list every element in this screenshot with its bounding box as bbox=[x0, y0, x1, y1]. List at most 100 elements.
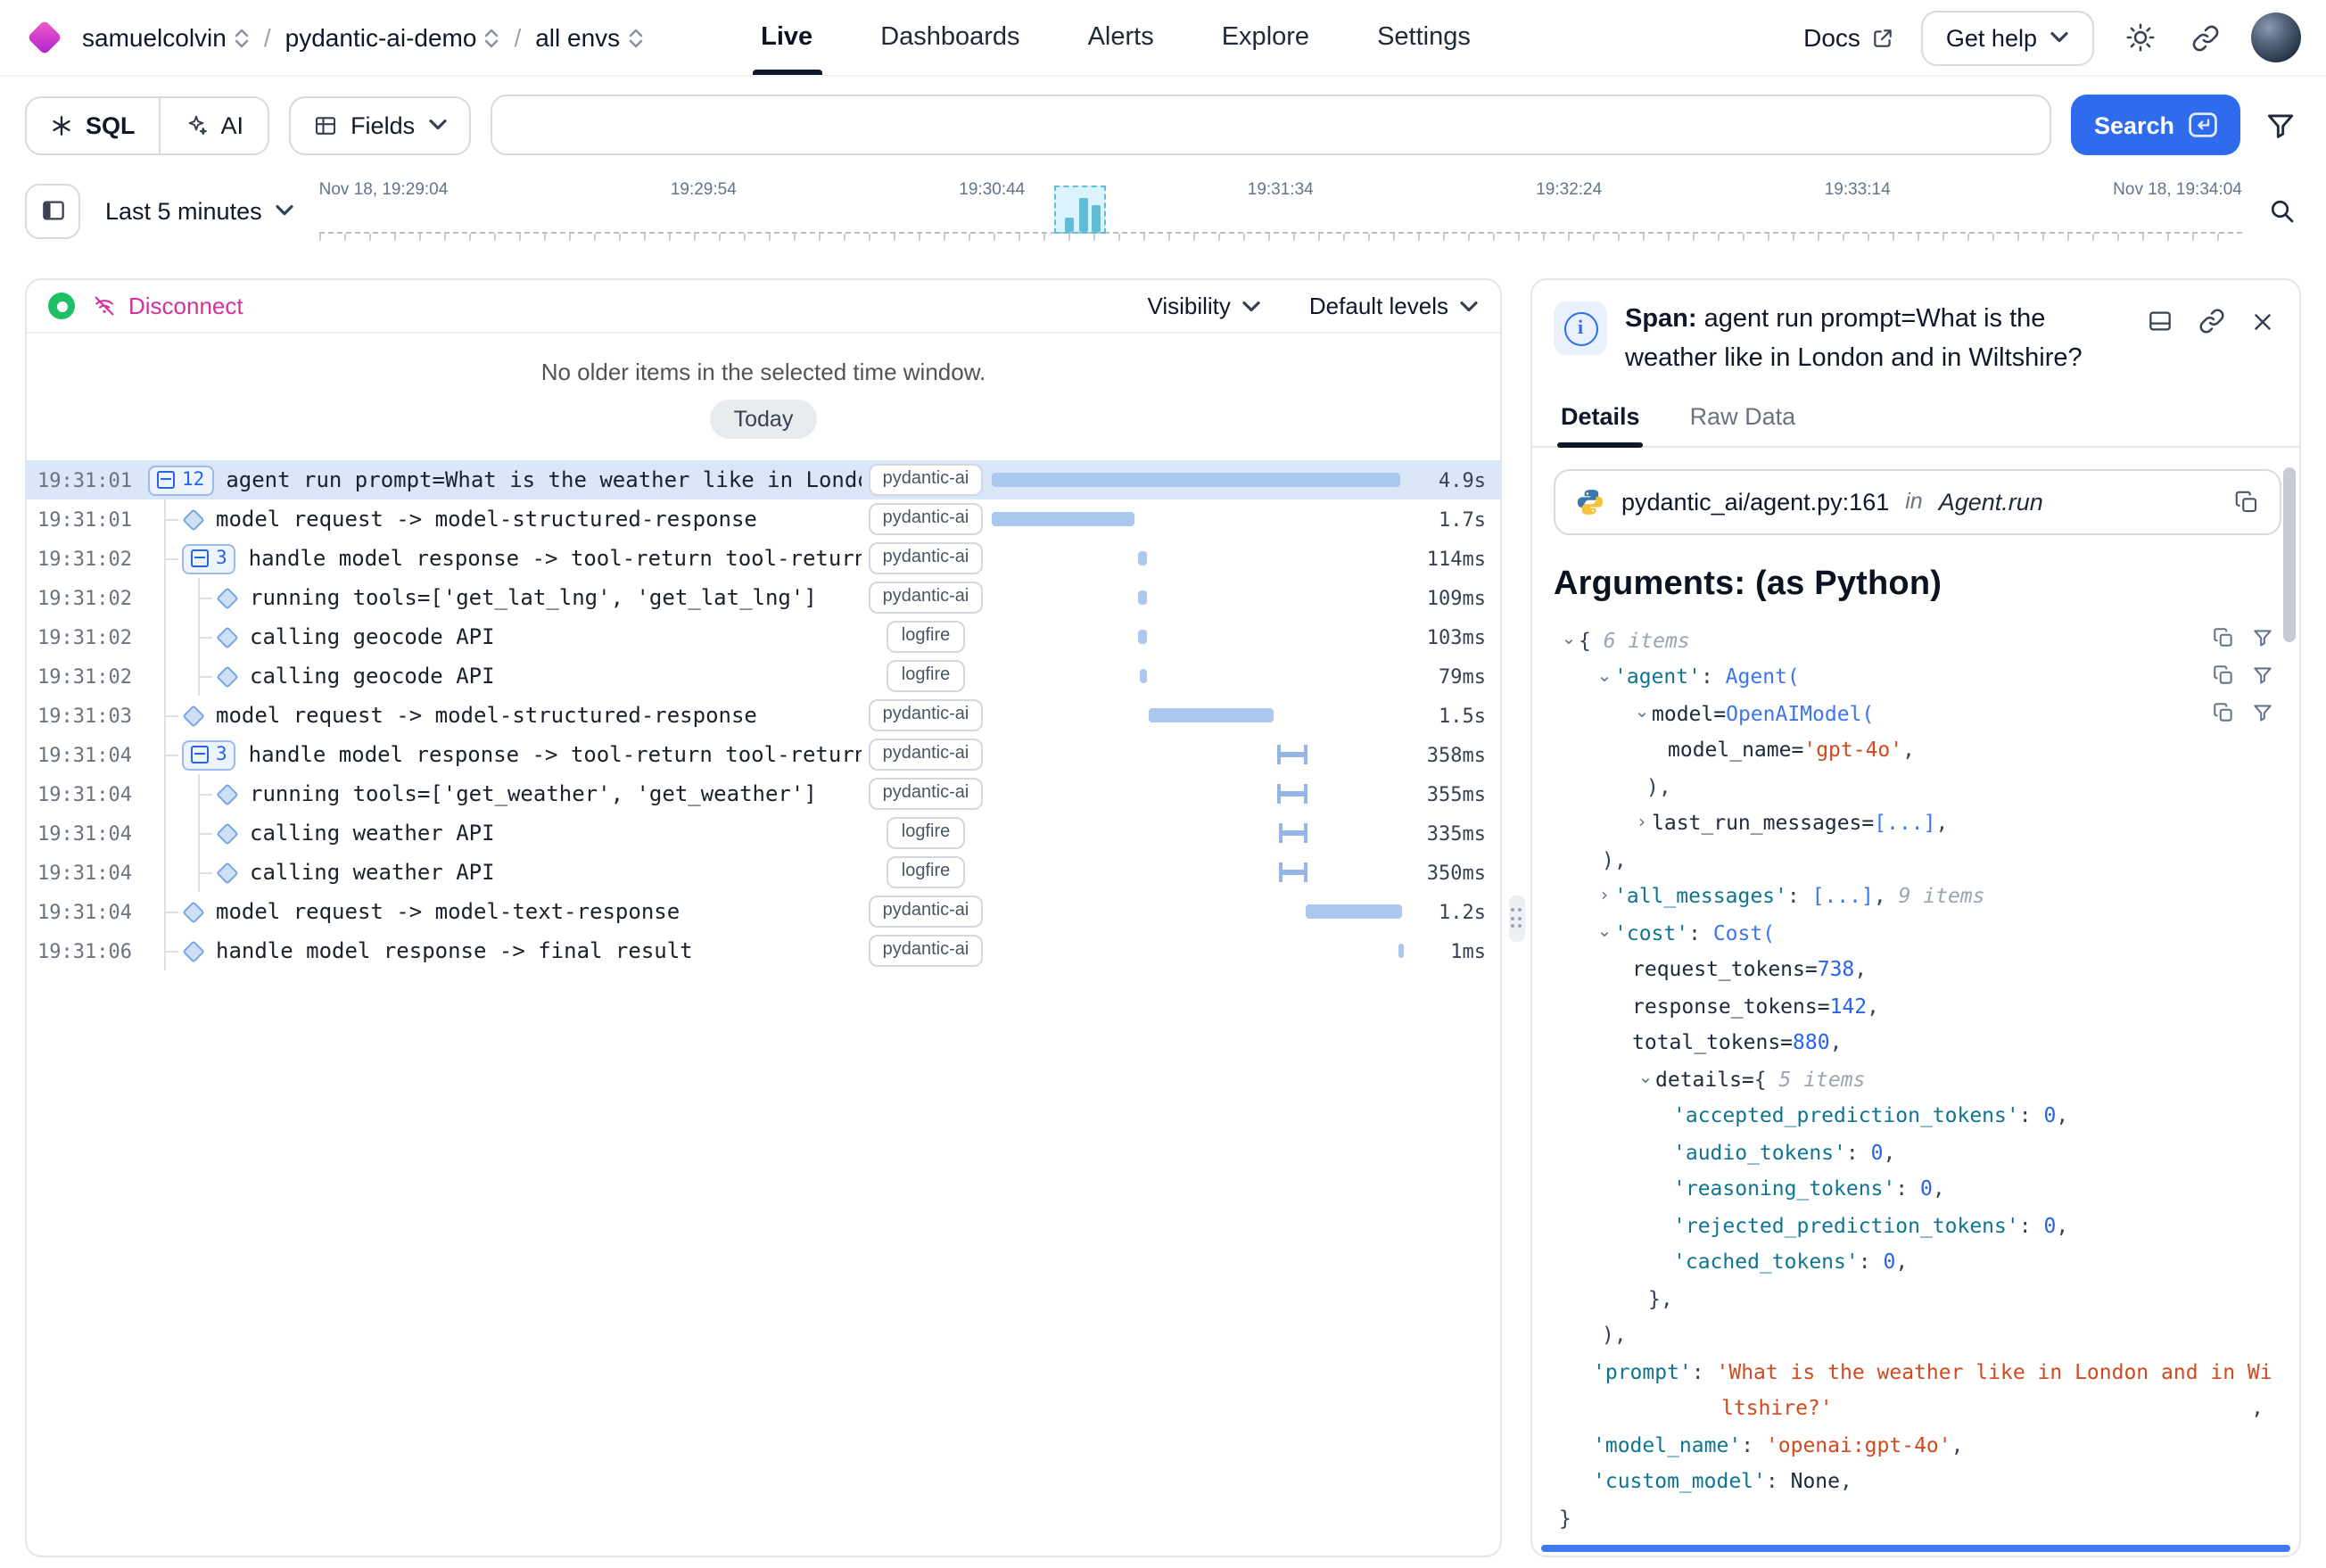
query-input[interactable] bbox=[490, 95, 2051, 155]
code-token: Cost( bbox=[1713, 914, 1775, 951]
code-line: ), bbox=[1554, 768, 2281, 805]
expand-toggle-icon[interactable]: ⌄ bbox=[1632, 704, 1652, 723]
breadcrumb-org[interactable]: samuelcolvin bbox=[82, 23, 250, 52]
trace-row[interactable]: 19:31:03model request -> model-structure… bbox=[27, 696, 1500, 735]
code-token: 'all_messages' bbox=[1614, 878, 1787, 914]
expand-toggle-icon[interactable]: ⌄ bbox=[1636, 1069, 1655, 1089]
detail-horizontal-scrollbar[interactable] bbox=[1541, 1545, 2290, 1552]
duration-bar-cell bbox=[990, 460, 1404, 499]
share-link-button[interactable] bbox=[2187, 19, 2224, 56]
docs-link[interactable]: Docs bbox=[1803, 23, 1894, 52]
code-line: 'cached_tokens': 0, bbox=[1554, 1243, 2281, 1280]
time-range-select[interactable]: Last 5 minutes bbox=[100, 197, 300, 224]
trace-row[interactable]: 19:31:06handle model response -> final r… bbox=[27, 931, 1500, 970]
trace-row-message: calling geocode API bbox=[148, 617, 862, 656]
code-line: ⌄details={ 5 items bbox=[1554, 1060, 2281, 1097]
expand-toggle-icon[interactable]: › bbox=[1632, 813, 1652, 833]
trace-row-timestamp: 19:31:04 bbox=[37, 861, 148, 884]
tab-settings[interactable]: Settings bbox=[1377, 0, 1471, 75]
duration-label: 355ms bbox=[1404, 782, 1486, 805]
code-line: }, bbox=[1554, 1280, 2281, 1316]
source-location-chip[interactable]: pydantic_ai/agent.py:161 in Agent.run bbox=[1554, 468, 2281, 534]
trace-row-timestamp: 19:31:04 bbox=[37, 821, 148, 845]
duration-bar bbox=[1148, 708, 1274, 722]
collapse-children-badge[interactable]: 3 bbox=[182, 543, 236, 574]
timeline-axis[interactable]: Nov 18, 19:29:0419:29:5419:30:4419:31:34… bbox=[319, 178, 2242, 243]
duration-bar bbox=[1277, 745, 1307, 764]
duration-bar-cell bbox=[990, 539, 1404, 578]
code-token: : bbox=[1692, 1353, 1717, 1390]
filter-by-value-button[interactable] bbox=[2251, 663, 2274, 686]
search-button[interactable]: Search bbox=[2071, 95, 2240, 155]
zoom-button[interactable] bbox=[2262, 191, 2301, 230]
tab-raw-data[interactable]: Raw Data bbox=[1687, 390, 1800, 445]
today-button[interactable]: Today bbox=[711, 400, 817, 439]
trace-row-message: 3handle model response -> tool-return to… bbox=[148, 735, 862, 774]
nav-left: samuelcolvin / pydantic-ai-demo / all en… bbox=[25, 0, 643, 75]
sidebar-toggle-button[interactable] bbox=[25, 183, 80, 238]
trace-row[interactable]: 19:31:02calling geocode APIlogfire79ms bbox=[27, 656, 1500, 696]
expand-toggle-icon[interactable]: › bbox=[1595, 887, 1614, 906]
trace-row[interactable]: 19:31:04calling weather APIlogfire350ms bbox=[27, 853, 1500, 892]
visibility-dropdown[interactable]: Visibility bbox=[1147, 293, 1260, 319]
copy-icon[interactable] bbox=[2233, 488, 2260, 515]
disconnect-button[interactable]: Disconnect bbox=[91, 293, 243, 319]
get-help-button[interactable]: Get help bbox=[1921, 10, 2094, 65]
tab-live[interactable]: Live bbox=[761, 0, 812, 75]
panel-resize-handle[interactable] bbox=[1508, 895, 1524, 941]
tab-dashboards[interactable]: Dashboards bbox=[880, 0, 1019, 75]
copy-span-link-button[interactable] bbox=[2196, 305, 2228, 337]
collapse-children-badge[interactable]: 12 bbox=[148, 465, 213, 495]
dock-panel-button[interactable] bbox=[2144, 305, 2176, 337]
trace-row[interactable]: 19:31:0112agent run prompt=What is the w… bbox=[27, 460, 1500, 499]
code-token: 'gpt-4o' bbox=[1803, 731, 1902, 768]
collapse-children-badge[interactable]: 3 bbox=[182, 739, 236, 770]
breadcrumb-project[interactable]: pydantic-ai-demo bbox=[285, 23, 500, 52]
expand-toggle-icon[interactable]: ⌄ bbox=[1595, 667, 1614, 687]
trace-row[interactable]: 19:31:043handle model response -> tool-r… bbox=[27, 735, 1500, 774]
disconnect-label: Disconnect bbox=[128, 293, 243, 319]
ai-mode-button[interactable]: AI bbox=[159, 97, 268, 153]
duration-bar bbox=[1279, 823, 1307, 843]
expand-toggle-icon[interactable]: ⌄ bbox=[1559, 631, 1579, 650]
timeline-selection[interactable] bbox=[1053, 186, 1105, 234]
tab-explore[interactable]: Explore bbox=[1222, 0, 1309, 75]
code-token: 'audio_tokens' bbox=[1673, 1134, 1846, 1170]
span-diamond-icon bbox=[182, 704, 204, 726]
code-token: ltshire?' bbox=[1721, 1390, 1833, 1426]
tab-details[interactable]: Details bbox=[1557, 390, 1644, 445]
timeline-tick-label: 19:32:24 bbox=[1536, 180, 1602, 200]
trace-row-message: handle model response -> final result bbox=[148, 931, 862, 970]
logfire-logo-icon[interactable] bbox=[27, 20, 62, 55]
trace-row[interactable]: 19:31:04running tools=['get_weather', 'g… bbox=[27, 774, 1500, 813]
close-panel-button[interactable] bbox=[2248, 305, 2278, 337]
trace-row[interactable]: 19:31:04calling weather APIlogfire335ms bbox=[27, 813, 1500, 853]
scope-tag: pydantic-ai bbox=[869, 700, 984, 731]
breadcrumb-env[interactable]: all envs bbox=[535, 23, 643, 52]
user-avatar[interactable] bbox=[2251, 12, 2301, 62]
theme-toggle-button[interactable] bbox=[2121, 18, 2160, 57]
trace-row-message: 12agent run prompt=What is the weather l… bbox=[148, 460, 862, 499]
copy-value-button[interactable] bbox=[2212, 625, 2235, 648]
expand-toggle-icon[interactable]: ⌄ bbox=[1595, 923, 1614, 943]
code-token: : bbox=[1859, 1243, 1884, 1280]
filter-by-value-button[interactable] bbox=[2251, 625, 2274, 648]
trace-row[interactable]: 19:31:02running tools=['get_lat_lng', 'g… bbox=[27, 578, 1500, 617]
trace-row[interactable]: 19:31:01model request -> model-structure… bbox=[27, 499, 1500, 539]
trace-row[interactable]: 19:31:023handle model response -> tool-r… bbox=[27, 539, 1500, 578]
default-levels-dropdown[interactable]: Default levels bbox=[1309, 293, 1479, 319]
code-token: , bbox=[1840, 1463, 1852, 1499]
fields-dropdown[interactable]: Fields bbox=[288, 95, 470, 154]
trace-row[interactable]: 19:31:04model request -> model-text-resp… bbox=[27, 892, 1500, 931]
copy-value-button[interactable] bbox=[2212, 700, 2235, 723]
filter-button[interactable] bbox=[2260, 104, 2301, 145]
duration-label: 350ms bbox=[1404, 861, 1486, 884]
trace-row-message: calling weather API bbox=[148, 853, 862, 892]
tab-alerts[interactable]: Alerts bbox=[1088, 0, 1154, 75]
copy-value-button[interactable] bbox=[2212, 663, 2235, 686]
filter-by-value-button[interactable] bbox=[2251, 700, 2274, 723]
sql-mode-button[interactable]: SQL bbox=[27, 97, 159, 153]
trace-row[interactable]: 19:31:02calling geocode APIlogfire103ms bbox=[27, 617, 1500, 656]
code-token: 'What is the weather like in London and … bbox=[1717, 1353, 2272, 1390]
detail-scrollbar-thumb[interactable] bbox=[2283, 467, 2296, 642]
